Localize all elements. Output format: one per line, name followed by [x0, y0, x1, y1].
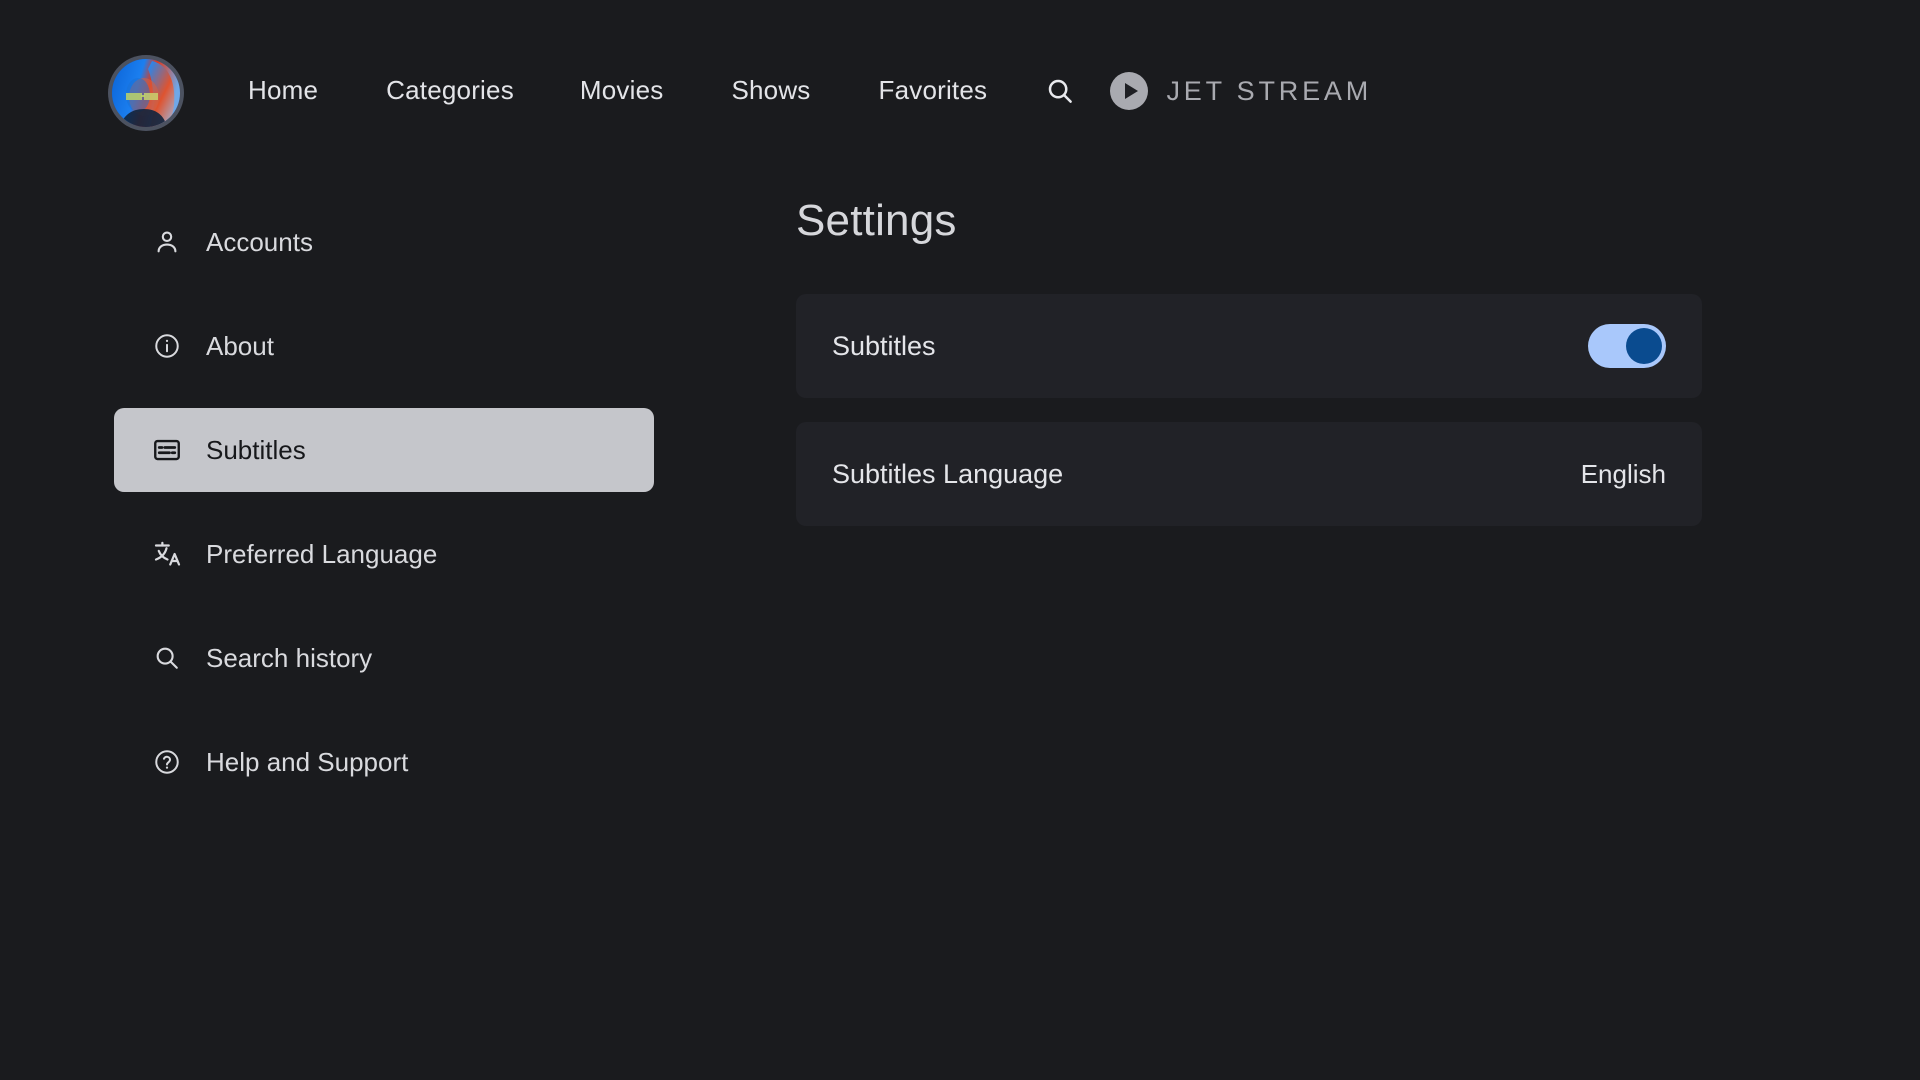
sidebar-item-about[interactable]: About [114, 304, 654, 388]
sidebar-item-subtitles[interactable]: Subtitles [114, 408, 654, 492]
info-circle-icon [150, 329, 184, 363]
avatar-portrait-icon [112, 59, 180, 127]
sidebar-item-search-history[interactable]: Search history [114, 616, 654, 700]
toggle-knob [1626, 328, 1662, 364]
sidebar-item-label: Accounts [206, 226, 313, 257]
search-icon [150, 641, 184, 675]
sidebar-item-label: About [206, 330, 274, 361]
nav-item-home[interactable]: Home [248, 75, 318, 106]
sidebar-item-help-and-support[interactable]: Help and Support [114, 720, 654, 804]
settings-sidebar: Accounts About Subtitles Preferred Langu… [114, 200, 654, 824]
nav-links: Home Categories Movies Shows Favorites [248, 75, 1075, 106]
subtitles-language-value[interactable]: English [1581, 459, 1666, 490]
translate-icon [150, 537, 184, 571]
subtitles-toggle[interactable] [1588, 324, 1666, 368]
sidebar-item-label: Subtitles [206, 434, 306, 465]
setting-label: Subtitles Language [832, 458, 1064, 489]
brand-name: JET STREAM [1166, 75, 1372, 106]
search-button[interactable] [1045, 76, 1075, 106]
play-circle-icon [1110, 72, 1149, 110]
setting-row-subtitles-language[interactable]: Subtitles Language English [796, 422, 1702, 526]
setting-row-subtitles: Subtitles [796, 294, 1702, 398]
settings-main-panel: Settings Subtitles Subtitles Language En… [796, 196, 1702, 550]
avatar[interactable] [108, 55, 184, 131]
brand-logo[interactable]: JET STREAM [1110, 72, 1372, 110]
sidebar-item-accounts[interactable]: Accounts [114, 200, 654, 284]
page-title: Settings [796, 196, 957, 245]
nav-item-shows[interactable]: Shows [731, 75, 810, 106]
help-circle-icon [150, 745, 184, 779]
sidebar-item-label: Preferred Language [206, 538, 438, 569]
setting-label: Subtitles [832, 330, 936, 361]
person-icon [150, 225, 184, 259]
sidebar-item-preferred-language[interactable]: Preferred Language [114, 512, 654, 596]
nav-item-movies[interactable]: Movies [580, 75, 664, 106]
sidebar-item-label: Search history [206, 642, 373, 673]
search-icon [1048, 79, 1073, 103]
subtitles-icon [150, 433, 184, 467]
nav-item-categories[interactable]: Categories [386, 75, 514, 106]
sidebar-item-label: Help and Support [206, 746, 409, 777]
top-navigation-bar: Home Categories Movies Shows Favorites J… [0, 0, 1920, 158]
avatar-image [112, 59, 180, 127]
nav-item-favorites[interactable]: Favorites [879, 75, 988, 106]
